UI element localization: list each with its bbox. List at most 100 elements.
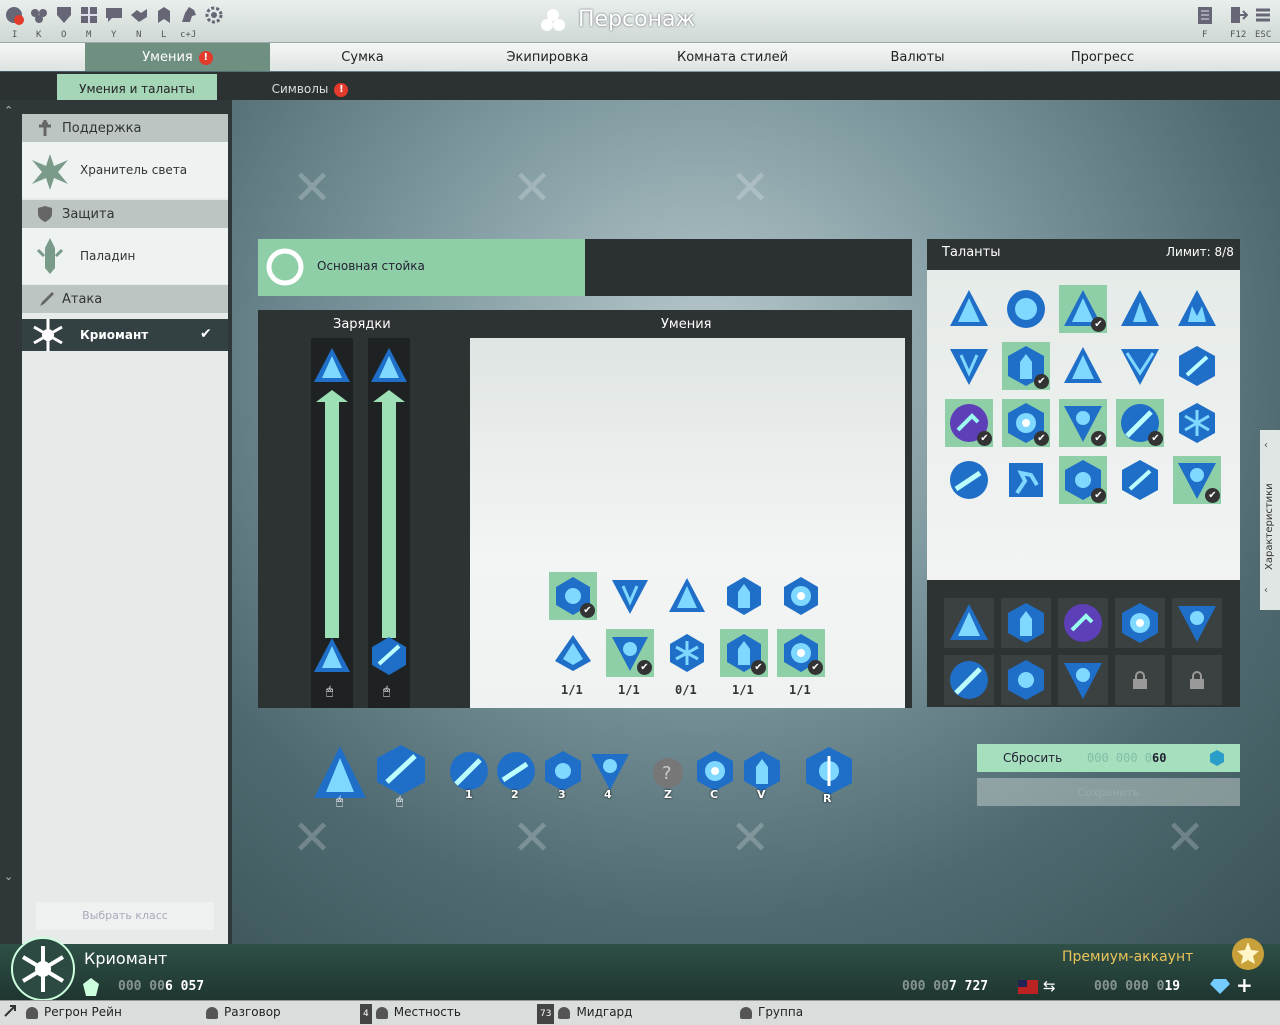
premium-star-icon[interactable] xyxy=(1230,936,1266,975)
role-header-defense: Защита xyxy=(22,200,228,228)
ice-lance-icon[interactable] xyxy=(1119,459,1161,501)
ultimate-icon[interactable] xyxy=(804,746,854,796)
frost-shield-icon[interactable]: ✔ xyxy=(1062,402,1106,446)
chevron-left-icon[interactable]: ‹ xyxy=(1264,585,1268,596)
guild-icon[interactable] xyxy=(154,5,174,25)
settings-icon[interactable] xyxy=(204,5,224,25)
tab-symbols[interactable]: Символы! xyxy=(240,74,380,100)
chat-tab[interactable]: 4 Местность xyxy=(360,1002,461,1024)
frost-shield-icon[interactable]: ✔ xyxy=(1176,459,1220,503)
ice-pillar-icon[interactable] xyxy=(724,576,764,616)
mount-icon[interactable] xyxy=(179,5,199,25)
frost-nova-icon[interactable]: ✔ xyxy=(1005,402,1049,446)
currency-amount: 000 006 057 xyxy=(118,979,204,994)
chat-tab[interactable]: Разговор xyxy=(206,1002,281,1022)
hotkey-label: I xyxy=(12,30,18,40)
ice-comet-icon[interactable] xyxy=(948,459,990,501)
exchange-icon[interactable]: ⇆ xyxy=(1043,977,1056,995)
chevron-left-icon[interactable]: ‹ xyxy=(1264,440,1268,451)
scroll-up-icon[interactable]: ⌃ xyxy=(4,104,13,117)
scroll-down-icon[interactable]: ⌄ xyxy=(4,870,13,883)
tab-style-room[interactable]: Комната стилей xyxy=(640,43,825,71)
tab-bag[interactable]: Сумка xyxy=(270,43,455,71)
character-icon[interactable] xyxy=(54,5,74,25)
select-class-button[interactable]: Выбрать класс xyxy=(36,902,214,930)
tab-equipment[interactable]: Экипировка xyxy=(455,43,640,71)
frost-orb-icon[interactable] xyxy=(1005,288,1047,330)
ice-crystals-icon[interactable] xyxy=(1176,288,1218,330)
ice-spike-icon[interactable] xyxy=(369,346,409,386)
frost-dash-icon[interactable]: ✔ xyxy=(948,402,992,446)
ice-spike-icon[interactable] xyxy=(1062,345,1104,387)
ice-spike-icon[interactable] xyxy=(948,288,990,330)
tab-skills-talents[interactable]: Умения и таланты xyxy=(57,74,217,100)
unknown-slot-icon[interactable]: ? xyxy=(652,757,684,789)
tab-skills[interactable]: Умения! xyxy=(85,43,270,71)
ice-spike-icon[interactable] xyxy=(948,602,990,644)
hotkey-label: F12 xyxy=(1230,30,1247,40)
ice-lance-icon[interactable] xyxy=(1176,345,1218,387)
ice-pillar-icon[interactable]: ✔ xyxy=(1005,345,1049,389)
frost-dash-icon[interactable] xyxy=(1062,602,1104,644)
ice-spike-icon[interactable]: ✔ xyxy=(1062,288,1106,332)
snowflake-orb-icon[interactable] xyxy=(1176,402,1218,444)
frost-wings-icon[interactable] xyxy=(948,345,990,387)
premium-status[interactable]: Премиум-аккаунт xyxy=(1062,949,1193,965)
chat-tab[interactable]: 73 Мидгард xyxy=(537,1002,632,1024)
ice-comet-icon[interactable] xyxy=(948,659,990,701)
group-icon[interactable] xyxy=(29,5,49,25)
ice-spike-icon[interactable] xyxy=(312,744,368,800)
class-item-paladin[interactable]: Паладин xyxy=(22,228,228,284)
ice-pillar-icon[interactable] xyxy=(1005,602,1047,644)
mouse-left-icon: 🖱 xyxy=(336,794,344,808)
class-item-lightkeeper[interactable]: Хранитель света xyxy=(22,142,228,198)
frost-wings-icon[interactable] xyxy=(1119,345,1161,387)
chat-tab[interactable]: Регрон Рейн xyxy=(26,1002,122,1022)
ice-spike-icon[interactable] xyxy=(667,576,707,616)
ice-hex-icon[interactable] xyxy=(1005,659,1047,701)
ice-pillar-icon[interactable]: ✔ xyxy=(724,633,766,675)
ice-comet-icon[interactable]: ✔ xyxy=(1119,402,1163,446)
journal-icon[interactable] xyxy=(1195,5,1215,25)
ice-spike-icon[interactable] xyxy=(312,636,352,676)
expand-icon[interactable] xyxy=(3,1004,17,1021)
chat-icon[interactable] xyxy=(104,5,124,25)
chat-tab-label: Регрон Рейн xyxy=(44,1005,122,1019)
chat-tab[interactable]: Группа xyxy=(740,1002,803,1022)
snowflake-orb-icon[interactable] xyxy=(667,633,707,673)
ice-shard-icon[interactable] xyxy=(553,633,593,673)
check-icon: ✔ xyxy=(1091,488,1106,503)
social-icon[interactable] xyxy=(129,5,149,25)
ice-hex-icon[interactable]: ✔ xyxy=(553,576,595,618)
role-header-support: Поддержка xyxy=(22,114,228,142)
save-button[interactable]: Сохранить xyxy=(977,778,1240,806)
frost-nova-icon[interactable] xyxy=(1119,602,1161,644)
frost-nova-icon[interactable]: ✔ xyxy=(781,633,823,675)
frost-runner-icon[interactable] xyxy=(1005,459,1047,501)
frost-nova-icon[interactable] xyxy=(781,576,821,616)
map-icon[interactable] xyxy=(79,5,99,25)
frost-shield-icon[interactable]: ✔ xyxy=(610,633,652,675)
notifications-icon[interactable] xyxy=(4,5,24,25)
ice-comet-icon[interactable] xyxy=(448,750,490,792)
tab-currencies[interactable]: Валюты xyxy=(825,43,1010,71)
class-item-cryomancer[interactable]: Криомант ✔ xyxy=(22,319,228,351)
alert-icon: ! xyxy=(198,50,213,65)
ice-hex-icon[interactable] xyxy=(542,750,584,792)
ice-spike-icon[interactable] xyxy=(1119,288,1161,330)
ice-pillar-icon[interactable] xyxy=(741,750,783,792)
menu-icon[interactable] xyxy=(1253,5,1273,25)
frost-nova-icon[interactable] xyxy=(694,750,736,792)
add-currency-button[interactable]: + xyxy=(1236,973,1253,997)
frost-shield-icon[interactable] xyxy=(1176,602,1218,644)
frost-shield-icon[interactable] xyxy=(1062,659,1104,701)
ice-comet-icon[interactable] xyxy=(495,750,537,792)
ice-lance-icon[interactable] xyxy=(375,744,427,796)
frost-wings-icon[interactable] xyxy=(610,576,650,616)
exit-icon[interactable] xyxy=(1228,5,1249,25)
frost-shield-icon[interactable] xyxy=(589,750,631,792)
tab-progress[interactable]: Прогресс xyxy=(1010,43,1195,71)
ice-lance-icon[interactable] xyxy=(369,636,409,676)
ice-spike-icon[interactable] xyxy=(312,346,352,386)
ice-hex-icon[interactable]: ✔ xyxy=(1062,459,1106,503)
